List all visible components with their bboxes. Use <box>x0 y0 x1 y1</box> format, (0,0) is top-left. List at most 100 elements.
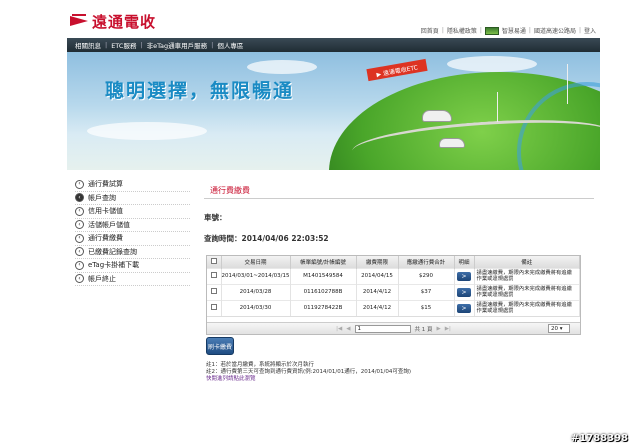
plate-label: 車號： <box>204 213 227 222</box>
top-link-smart[interactable]: 智慧易通 <box>502 26 526 35</box>
cloud-shape <box>447 56 537 72</box>
cell-bill-no: 0116102788B <box>290 283 357 300</box>
menu-item-payment-history[interactable]: ‹ 已繳費記錄查詢 <box>75 246 190 259</box>
browse-link[interactable]: 快閱進列請點此瀏覽 <box>206 376 411 383</box>
column-header: 明細 <box>454 256 475 268</box>
column-header: 應繳通行費合計 <box>398 256 455 268</box>
page-size-value: 20 <box>551 326 558 332</box>
menu-item-credit-card-topup[interactable]: ‹ 信用卡儲值 <box>75 205 190 219</box>
nav-item-non-etag-service[interactable]: 非eTag通車用戶服務 <box>143 40 212 50</box>
detail-button[interactable]: > <box>457 303 472 313</box>
flag-icon <box>484 26 499 35</box>
pager-first-icon[interactable]: |◀ <box>336 326 342 332</box>
logo-mark-icon <box>70 12 88 30</box>
top-link-separator: | <box>479 27 482 34</box>
side-menu: ‹ 通行費試算 ‹ 帳戶查詢 ‹ 信用卡儲值 ‹ 活儲帳戶儲值 ‹ 通行費繳費 … <box>75 178 190 286</box>
select-all-header[interactable] <box>207 256 222 268</box>
bill-table: 交易日期 帳單編號/計帳編號 繳費期限 應繳通行費合計 明細 備註 2014/0… <box>206 255 581 335</box>
top-links: 回首頁 | 隱私權政策 | 智慧易通 | 國道高速公路局 | 登入 <box>421 26 596 35</box>
pager-last-icon[interactable]: ▶| <box>445 326 451 332</box>
top-link-separator: | <box>528 27 531 34</box>
top-link-separator: | <box>441 27 444 34</box>
table-row: 2014/03/28 0116102788B 2014/4/12 $37 > 請… <box>207 283 581 300</box>
table-pager: |◀ ◀ 1 共 1 頁 ▶ ▶| 20 ▾ <box>207 322 580 334</box>
cell-date: 2014/03/30 <box>221 299 291 316</box>
menu-item-label: 信用卡儲值 <box>88 207 123 216</box>
car-icon <box>422 110 452 122</box>
chevron-left-icon: ‹ <box>75 193 84 203</box>
title-divider <box>204 198 594 199</box>
note-line: 註1：若於當月繳費，系統將顯示於次月執行 <box>206 362 315 368</box>
row-select[interactable] <box>207 299 222 316</box>
table-header-row: 交易日期 帳單編號/計帳編號 繳費期限 應繳通行費合計 明細 備註 <box>207 256 581 268</box>
pager-total: 共 1 頁 <box>414 326 433 333</box>
menu-item-savings-topup[interactable]: ‹ 活儲帳戶儲值 <box>75 219 190 232</box>
car-icon <box>439 138 465 148</box>
page-size-select[interactable]: 20 ▾ <box>548 324 570 333</box>
chevron-left-icon: ‹ <box>75 220 84 230</box>
menu-item-fee-estimate[interactable]: ‹ 通行費試算 <box>75 178 190 192</box>
pager-page-input[interactable]: 1 <box>354 324 411 333</box>
chevron-left-icon: ‹ <box>75 206 84 216</box>
pager-next-icon[interactable]: ▶ <box>437 326 441 332</box>
menu-item-account-termination[interactable]: ‹ 帳戶終止 <box>75 273 190 286</box>
cell-due: 2014/4/12 <box>356 299 399 316</box>
menu-item-etag-download[interactable]: ‹ eTag卡掛補下載 <box>75 259 190 273</box>
nav-item-news[interactable]: 相關訊息 <box>71 40 105 50</box>
top-link-privacy[interactable]: 隱私權政策 <box>447 26 477 35</box>
column-header: 交易日期 <box>221 256 291 268</box>
menu-item-label: 已繳費記錄查詢 <box>88 247 137 256</box>
etc-sign: ▶ 遠通電收ETC <box>366 58 428 82</box>
menu-item-label: 通行費試算 <box>88 180 123 189</box>
note-line: 註2：通行費第三天可查詢到通行費資訊(例:2014/01/01通行，2014/0… <box>206 369 412 375</box>
chevron-left-icon: ‹ <box>75 260 84 270</box>
cell-note: 請盡速繳費，期限內未完成繳費將有追繳作業或違規處罰 <box>474 299 581 316</box>
chevron-left-icon: ‹ <box>75 274 84 284</box>
cell-bill-no: 0119278422B <box>290 299 357 316</box>
top-link-separator: | <box>578 27 581 34</box>
row-select[interactable] <box>207 283 222 300</box>
card-pay-button[interactable]: 刷卡繳費 <box>206 337 234 355</box>
cell-amount: $290 <box>398 267 455 284</box>
cell-date: 2014/03/01~2014/03/15 <box>221 267 291 284</box>
cell-due: 2014/04/15 <box>356 267 399 284</box>
row-checkbox[interactable] <box>210 304 217 311</box>
row-select[interactable] <box>207 267 222 284</box>
cell-note: 請盡速繳費，期限內未完成繳費將有追繳作業或違規處罰 <box>474 267 581 284</box>
table-row: 2014/03/30 0119278422B 2014/4/12 $15 > 請… <box>207 299 581 316</box>
top-link-login[interactable]: 登入 <box>584 26 596 35</box>
cell-amount: $15 <box>398 299 455 316</box>
table-row: 2014/03/01~2014/03/15 M1401549584 2014/0… <box>207 267 581 284</box>
site-logo[interactable]: 遠通電收 <box>70 8 156 34</box>
detail-button[interactable]: > <box>457 271 472 281</box>
top-link-freeway-bureau[interactable]: 國道高速公路局 <box>534 26 576 35</box>
pager-prev-icon[interactable]: ◀ <box>346 326 350 332</box>
menu-item-account-query[interactable]: ‹ 帳戶查詢 <box>75 192 190 205</box>
cell-amount: $37 <box>398 283 455 300</box>
detail-button[interactable]: > <box>457 287 472 297</box>
banner-slogan: 聰明選擇，無限暢通 <box>105 80 295 102</box>
nav-item-personal[interactable]: 個人專區 <box>213 40 247 50</box>
menu-item-label: 活儲帳戶儲值 <box>88 220 130 229</box>
watermark-text: #1788398 <box>570 433 628 444</box>
main-nav: 相關訊息 | ETC服務 | 非eTag通車用戶服務 | 個人專區 <box>67 38 600 52</box>
column-header: 繳費期限 <box>356 256 399 268</box>
cell-due: 2014/4/12 <box>356 283 399 300</box>
top-link-home[interactable]: 回首頁 <box>421 26 439 35</box>
cell-date: 2014/03/28 <box>221 283 291 300</box>
chevron-left-icon: ‹ <box>75 179 84 189</box>
chevron-left-icon: ‹ <box>75 233 84 243</box>
windmill-icon <box>497 92 498 122</box>
row-checkbox[interactable] <box>210 288 217 294</box>
windmill-icon <box>567 64 568 104</box>
nav-item-etc-service[interactable]: ETC服務 <box>107 40 140 50</box>
select-all-checkbox[interactable] <box>210 257 217 264</box>
cell-note: 請盡速繳費，期限內未完成繳費將有追繳作業或違規處罰 <box>474 283 581 300</box>
menu-item-label: 帳戶終止 <box>88 274 116 283</box>
cell-bill-no: M1401549584 <box>290 267 357 284</box>
column-header: 備註 <box>474 256 581 268</box>
notes-block: 註1：若於當月繳費，系統將顯示於次月執行 註2：通行費第三天可查詢到通行費資訊(… <box>206 362 411 383</box>
menu-item-fee-payment[interactable]: ‹ 通行費繳費 <box>75 232 190 246</box>
hero-banner: 聰明選擇，無限暢通 ▶ 遠通電收ETC <box>67 52 600 170</box>
row-checkbox[interactable] <box>210 272 217 278</box>
